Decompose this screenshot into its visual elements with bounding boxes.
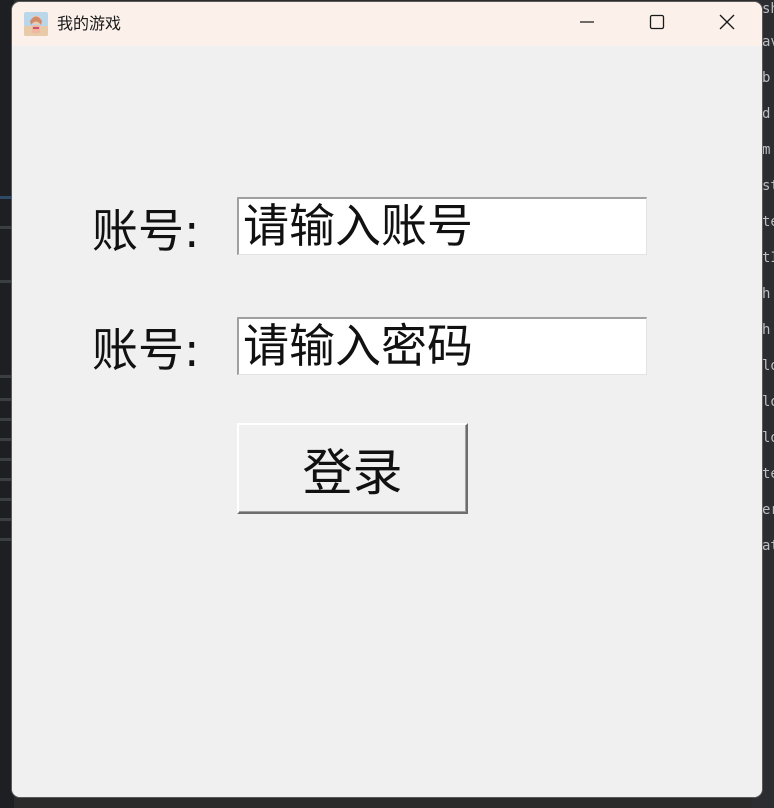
background-left-strip <box>0 226 12 229</box>
background-left-strip <box>0 398 12 401</box>
background-left-strip <box>0 478 12 481</box>
app-window: 我的游戏 账号: 请输入账号 账号: 请输入密码 登录 <box>12 2 762 797</box>
background-code-line: av <box>762 34 774 50</box>
password-input[interactable]: 请输入密码 <box>237 317 647 375</box>
background-code-line: tI <box>762 250 774 266</box>
background-code-line: lo <box>762 358 774 374</box>
background-code-line: h <box>762 286 771 302</box>
background-left-strip <box>0 438 12 441</box>
window-title: 我的游戏 <box>57 14 122 33</box>
background-code-line: d <box>762 106 771 122</box>
login-form: 账号: 请输入账号 账号: 请输入密码 登录 <box>12 46 762 797</box>
background-code-line: te <box>762 214 774 230</box>
background-code-line: m <box>762 142 771 158</box>
background-left-strip <box>0 538 12 541</box>
game-avatar-icon <box>24 12 48 36</box>
maximize-button[interactable] <box>622 2 692 46</box>
background-left-strip <box>0 458 12 461</box>
background-code-line: te <box>762 466 774 482</box>
background-left-strip <box>0 498 12 501</box>
background-left-strip <box>0 280 12 283</box>
close-button[interactable] <box>692 2 762 46</box>
background-code-line: lo <box>762 394 774 410</box>
background-code-line: er <box>762 502 774 518</box>
background-left-strip <box>0 375 12 378</box>
password-label: 账号: <box>92 323 200 377</box>
background-code-line: st <box>762 178 774 194</box>
account-input[interactable]: 请输入账号 <box>237 197 647 255</box>
background-left-strip <box>0 418 12 421</box>
background-left-strip <box>0 518 12 521</box>
account-label: 账号: <box>92 204 200 258</box>
screen: sh av b d m st te tI h h lo lo lo te er … <box>0 0 774 808</box>
background-code-line: sh <box>762 1 774 17</box>
background-code-line: at <box>762 538 774 554</box>
background-code-line: b <box>762 70 771 86</box>
background-left-strip <box>0 196 12 199</box>
login-button[interactable]: 登录 <box>237 423 468 514</box>
title-bar[interactable]: 我的游戏 <box>12 2 762 46</box>
background-code-line: lo <box>762 430 774 446</box>
maximize-icon <box>649 14 665 34</box>
close-icon <box>719 14 735 34</box>
minimize-button[interactable] <box>552 2 622 46</box>
minimize-icon <box>579 14 595 34</box>
background-code-line: h <box>762 322 771 338</box>
